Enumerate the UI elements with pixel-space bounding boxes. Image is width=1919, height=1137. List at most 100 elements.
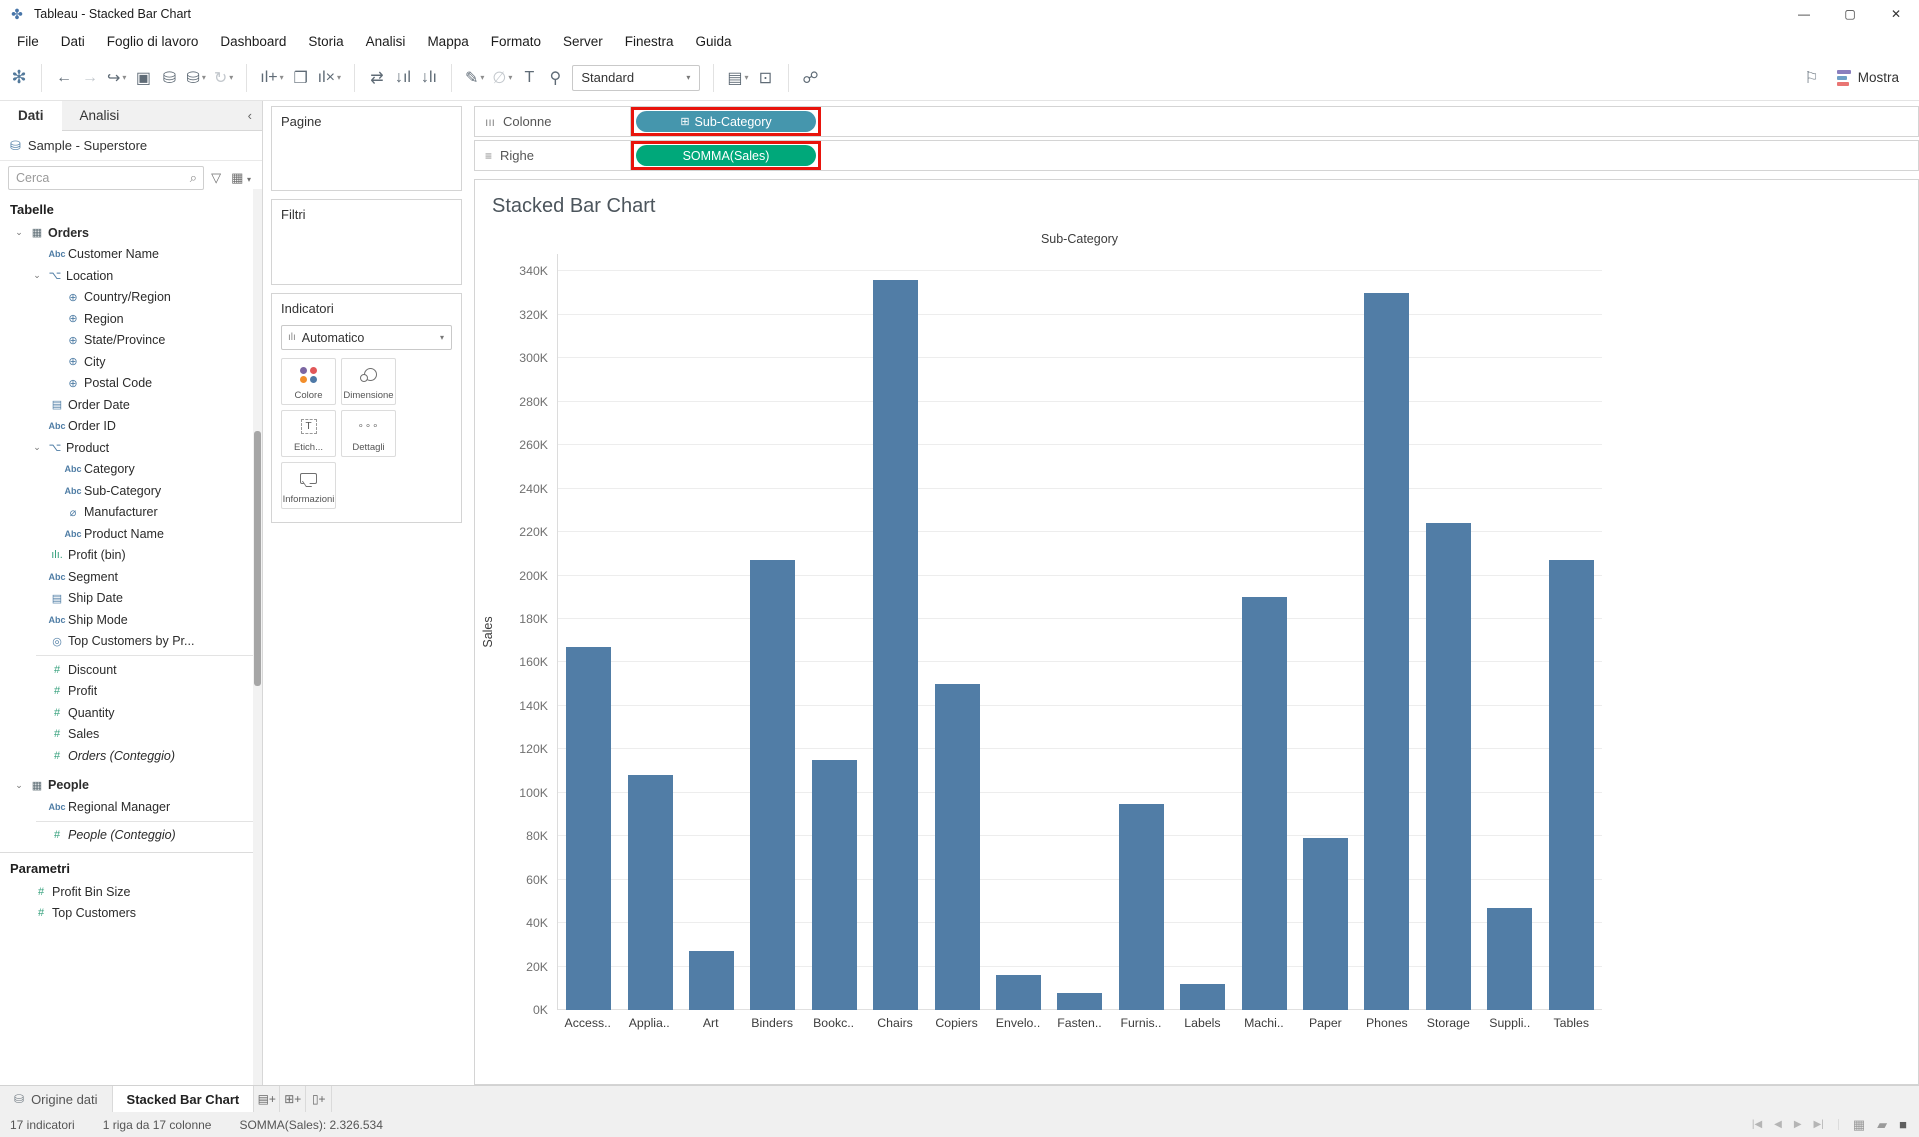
- menu-item-mappa[interactable]: Mappa: [416, 34, 479, 49]
- field-category[interactable]: Abc Category: [0, 459, 262, 481]
- field-profit[interactable]: # Profit: [0, 681, 262, 703]
- bar-fasten[interactable]: [1057, 992, 1103, 1010]
- menu-item-foglio-di-lavoro[interactable]: Foglio di lavoro: [96, 34, 210, 49]
- nav-first-icon[interactable]: |◀: [1752, 1119, 1762, 1130]
- text-label-icon[interactable]: T: [516, 63, 542, 93]
- field-manufacturer[interactable]: ⌀ Manufacturer: [0, 502, 262, 524]
- field-top-customers-by-pr-[interactable]: ◎ Top Customers by Pr...: [0, 631, 262, 653]
- field-profit-bin-[interactable]: ılı. Profit (bin): [0, 545, 262, 567]
- expand-pill-icon[interactable]: ⊞: [680, 115, 689, 128]
- field-state-province[interactable]: ⊕ State/Province: [0, 330, 262, 352]
- fit-selector[interactable]: Standard ▾: [572, 64, 701, 91]
- marks-button-label[interactable]: T Etich...: [281, 410, 336, 457]
- menu-item-dati[interactable]: Dati: [50, 34, 96, 49]
- expander-icon[interactable]: ⌄: [30, 270, 44, 281]
- show-me-button[interactable]: Mostra: [1836, 69, 1899, 86]
- close-button[interactable]: ✕: [1873, 0, 1919, 28]
- field-segment[interactable]: Abc Segment: [0, 566, 262, 588]
- menu-item-dashboard[interactable]: Dashboard: [209, 34, 297, 49]
- bar-furnis[interactable]: [1118, 803, 1164, 1010]
- field-sub-category[interactable]: Abc Sub-Category: [0, 480, 262, 502]
- sheet-tab-origine-dati[interactable]: ⛁ Origine dati: [0, 1086, 113, 1112]
- bar-machi[interactable]: [1241, 597, 1287, 1010]
- field-country-region[interactable]: ⊕ Country/Region: [0, 287, 262, 309]
- bar-labels[interactable]: [1180, 983, 1226, 1010]
- bar-paper[interactable]: [1303, 838, 1349, 1010]
- field-ship-mode[interactable]: Abc Ship Mode: [0, 609, 262, 631]
- new-worksheet-tab-icon[interactable]: ▤+: [254, 1086, 281, 1112]
- field-location[interactable]: ⌄ ⌥ Location: [0, 265, 262, 287]
- duplicate-icon[interactable]: ❐: [288, 63, 314, 93]
- field-customer-name[interactable]: Abc Customer Name: [0, 244, 262, 266]
- field-order-date[interactable]: ▤ Order Date: [0, 394, 262, 416]
- bar-storage[interactable]: [1425, 523, 1471, 1010]
- collapse-pane-icon[interactable]: ‹: [238, 101, 262, 130]
- menu-item-storia[interactable]: Storia: [297, 34, 354, 49]
- pages-shelf[interactable]: Pagine: [271, 106, 462, 191]
- bar-applia[interactable]: [627, 775, 673, 1010]
- nav-last-icon[interactable]: ▶|: [1814, 1119, 1824, 1130]
- bar-envelo[interactable]: [996, 975, 1042, 1010]
- filters-shelf[interactable]: Filtri: [271, 199, 462, 285]
- field-people[interactable]: ⌄ ▦ People: [0, 775, 262, 797]
- back-icon[interactable]: ←: [51, 63, 77, 93]
- bar-suppli[interactable]: [1487, 907, 1533, 1010]
- clear-sheet-icon[interactable]: ıl× ▾: [314, 63, 345, 93]
- field-discount[interactable]: # Discount: [0, 659, 262, 681]
- marks-button-tooltip[interactable]: Informazioni: [281, 462, 336, 509]
- bar-copiers[interactable]: [934, 684, 980, 1010]
- show-cards-icon[interactable]: ▤ ▾: [723, 63, 752, 93]
- tab-dati[interactable]: Dati: [0, 101, 62, 131]
- sidebar-scrollbar-thumb[interactable]: [254, 431, 261, 686]
- rows-shelf[interactable]: SOMMA(Sales): [631, 140, 1919, 171]
- share-icon[interactable]: ☍: [798, 63, 824, 93]
- swap-axes-icon[interactable]: ⇄: [364, 63, 390, 93]
- bar-art[interactable]: [689, 951, 735, 1010]
- marks-button-color[interactable]: Colore: [281, 358, 336, 405]
- field-city[interactable]: ⊕ City: [0, 351, 262, 373]
- nav-prev-icon[interactable]: ◀: [1774, 1119, 1782, 1130]
- pause-datasource-icon[interactable]: ⛁ ▾: [182, 63, 209, 93]
- field-orders-conteggio-[interactable]: # Orders (Conteggio): [0, 745, 262, 767]
- search-input[interactable]: [9, 171, 190, 185]
- expander-icon[interactable]: ⌄: [12, 780, 26, 791]
- menu-item-finestra[interactable]: Finestra: [614, 34, 685, 49]
- view-filmstrip-icon[interactable]: ▰: [1877, 1117, 1887, 1133]
- maximize-button[interactable]: ▢: [1827, 0, 1873, 28]
- field-quantity[interactable]: # Quantity: [0, 702, 262, 724]
- bar-access[interactable]: [566, 647, 612, 1010]
- bar-phones[interactable]: [1364, 293, 1410, 1010]
- menu-item-formato[interactable]: Formato: [480, 34, 552, 49]
- filter-fields-icon[interactable]: ▽: [208, 170, 224, 186]
- view-full-icon[interactable]: ■: [1899, 1117, 1907, 1133]
- field-regional-manager[interactable]: Abc Regional Manager: [0, 796, 262, 818]
- tableau-logo-icon[interactable]: ✻: [6, 63, 32, 93]
- new-dashboard-tab-icon[interactable]: ⊞+: [280, 1086, 307, 1112]
- field-orders[interactable]: ⌄ ▦ Orders: [0, 222, 262, 244]
- highlight-icon[interactable]: ✎ ▾: [461, 63, 488, 93]
- mark-type-dropdown[interactable]: ılı Automatico ▾: [281, 325, 452, 350]
- add-datasource-icon[interactable]: ⛁: [156, 63, 182, 93]
- marks-button-size[interactable]: Dimensione: [341, 358, 396, 405]
- new-story-tab-icon[interactable]: ▯+: [306, 1086, 333, 1112]
- marks-button-detail[interactable]: ∘∘∘ Dettagli: [341, 410, 396, 457]
- view-options-icon[interactable]: ▦ ▾: [228, 170, 254, 186]
- columns-shelf[interactable]: ⊞ Sub-Category: [631, 106, 1919, 137]
- nav-next-icon[interactable]: ▶: [1794, 1119, 1802, 1130]
- field-product[interactable]: ⌄ ⌥ Product: [0, 437, 262, 459]
- sheet-tab-stacked-bar-chart[interactable]: Stacked Bar Chart: [112, 1086, 255, 1112]
- pin-icon[interactable]: ⚲: [542, 63, 568, 93]
- menu-item-server[interactable]: Server: [552, 34, 614, 49]
- forward-icon[interactable]: →: [77, 63, 103, 93]
- tab-analisi[interactable]: Analisi: [62, 101, 138, 130]
- refresh-icon[interactable]: ↻ ▾: [210, 63, 237, 93]
- field-postal-code[interactable]: ⊕ Postal Code: [0, 373, 262, 395]
- sidebar-scrollbar[interactable]: [253, 189, 262, 1085]
- menu-item-guida[interactable]: Guida: [685, 34, 743, 49]
- attach-icon[interactable]: ∅ ▾: [488, 63, 516, 93]
- sort-ascending-icon[interactable]: ↓ıl: [390, 63, 416, 93]
- bar-bookc[interactable]: [811, 760, 857, 1010]
- tooltip-flag-icon[interactable]: ⚐: [1804, 68, 1818, 88]
- field-sales[interactable]: # Sales: [0, 724, 262, 746]
- view-grid-icon[interactable]: ▦: [1853, 1117, 1865, 1133]
